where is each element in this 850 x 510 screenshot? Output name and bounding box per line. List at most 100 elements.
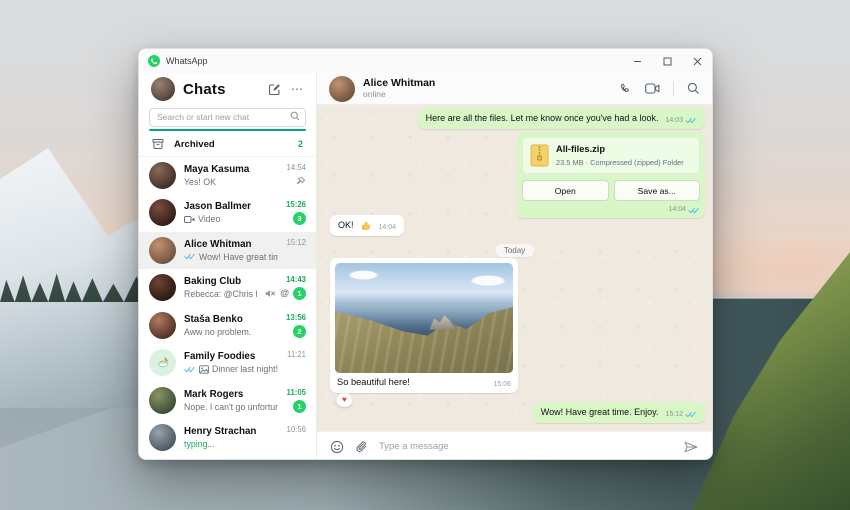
message-incoming-photo: So beautiful here! 15:06 xyxy=(330,258,518,393)
message-text: Wow! Have great time. Enjoy. xyxy=(540,407,659,417)
chat-name: Family Foodies xyxy=(184,351,256,363)
chat-name: Mark Rogers xyxy=(184,388,244,400)
chat-preview: Yes! OK xyxy=(184,176,216,187)
open-file-button[interactable]: Open xyxy=(522,180,609,201)
attach-icon[interactable] xyxy=(355,440,368,454)
message-text: Here are all the files. Let me know once… xyxy=(425,113,659,123)
muted-icon xyxy=(265,289,276,298)
search-icon[interactable] xyxy=(290,111,300,121)
search-input[interactable] xyxy=(149,107,306,127)
conversation-header[interactable]: Alice Whitman online xyxy=(317,73,712,105)
unread-badge: 3 xyxy=(293,212,306,226)
chat-name: Baking Club xyxy=(184,276,242,288)
chat-list-item-maya[interactable]: Maya Kasuma Yes! OK 14:54 xyxy=(139,157,316,195)
chat-time: 15:26 xyxy=(286,200,306,210)
file-attachment[interactable]: All-files.zip 23.5 MB · Compressed (zipp… xyxy=(522,137,700,174)
chat-preview: Wow! Have great time. Enjoy. xyxy=(199,251,278,262)
photo-attachment-icon xyxy=(199,365,209,374)
chat-list-item-alice[interactable]: Alice Whitman Wow! Have great time. Enjo… xyxy=(139,231,316,269)
archived-row[interactable]: Archived 2 xyxy=(139,133,316,157)
chat-time: 13:56 xyxy=(286,312,306,322)
chat-list-item-henry[interactable]: Henry Strachan typing... 10:56 xyxy=(139,419,316,457)
chat-list-item-mark[interactable]: Mark Rogers Nope. I can't go unfortunate… xyxy=(139,382,316,420)
chat-time: 14:54 xyxy=(286,162,306,172)
unread-badge: 2 xyxy=(293,324,306,338)
message-outgoing-file-attachment: All-files.zip 23.5 MB · Compressed (zipp… xyxy=(517,132,705,218)
message-history: Here are all the files. Let me know once… xyxy=(317,105,712,431)
emoji-icon[interactable] xyxy=(330,440,344,454)
message-input[interactable] xyxy=(379,441,672,452)
archived-label: Archived xyxy=(174,138,215,150)
close-button[interactable] xyxy=(682,49,712,73)
chat-list-item-family-foodies[interactable]: Family Foodies Dinner last night! 11:21 xyxy=(139,344,316,382)
photo-caption: So beautiful here! xyxy=(337,377,410,387)
archived-count: 2 xyxy=(297,139,303,149)
file-meta: 23.5 MB · Compressed (zipped) Folder xyxy=(556,157,684,167)
chat-name: Henry Strachan xyxy=(184,426,257,438)
chat-preview: Rebecca: @Chris R? xyxy=(184,289,257,300)
save-as-button[interactable]: Save as... xyxy=(613,180,700,201)
voice-call-icon[interactable] xyxy=(618,82,632,96)
chat-time: 14:43 xyxy=(286,275,306,285)
chat-list-item-jason[interactable]: Jason Ballmer Video 15:26 3 xyxy=(139,194,316,232)
avatar xyxy=(149,349,176,377)
read-receipt-icon xyxy=(685,411,697,418)
photo-thumbnail[interactable] xyxy=(335,263,513,373)
header-divider xyxy=(673,81,674,96)
message-incoming-ok: OK! 14:04 xyxy=(330,215,405,237)
window-title: WhatsApp xyxy=(166,56,208,66)
avatar xyxy=(149,199,176,227)
search-conversation-icon[interactable] xyxy=(687,82,700,95)
conversation-panel: Alice Whitman online Here are all the fi… xyxy=(317,73,712,459)
message-time: 14:04 xyxy=(668,206,686,213)
minimize-button[interactable] xyxy=(622,49,652,73)
message-input-bar xyxy=(317,431,712,459)
read-receipt-icon xyxy=(685,117,697,124)
archive-icon xyxy=(152,138,164,150)
chat-time: 11:05 xyxy=(286,387,306,397)
message-time: 14:03 xyxy=(665,116,683,124)
chat-preview: Aww no problem. xyxy=(184,326,252,337)
contact-status: online xyxy=(363,89,386,100)
contact-name: Alice Whitman xyxy=(363,76,436,89)
day-divider: Today xyxy=(494,244,535,257)
unread-badge: 1 xyxy=(293,399,306,413)
send-icon[interactable] xyxy=(683,440,699,454)
chat-name: Jason Ballmer xyxy=(184,201,251,213)
chat-list-item-baking-club[interactable]: Baking Club Rebecca: @Chris R? 14:43 @ 1 xyxy=(139,269,316,307)
sidebar: Chats ⋯ Search or start new chat Archive… xyxy=(139,73,317,460)
zip-file-icon xyxy=(530,144,549,167)
chat-list-item-stasa[interactable]: Staša Benko Aww no problem. 13:56 2 xyxy=(139,307,316,345)
message-time: 14:04 xyxy=(378,223,397,231)
message-time: 15:12 xyxy=(665,410,683,418)
avatar xyxy=(149,161,176,189)
read-receipt-icon xyxy=(184,366,196,373)
avatar xyxy=(149,236,176,264)
window-titlebar[interactable]: WhatsApp xyxy=(139,49,712,73)
contact-avatar[interactable] xyxy=(329,75,355,102)
pin-icon xyxy=(296,176,306,186)
avatar xyxy=(149,274,176,302)
mention-icon: @ xyxy=(280,288,289,299)
read-receipt-icon xyxy=(184,253,196,260)
whatsapp-window: WhatsApp Chats ⋯ Search or start new cha… xyxy=(138,48,713,460)
chat-list-item-dawn[interactable]: Dawn Jones 8:32 xyxy=(139,457,316,460)
heart-reaction-badge[interactable]: ♥ xyxy=(336,393,353,408)
whatsapp-logo-icon xyxy=(148,55,160,67)
message-outgoing-wow: Wow! Have great time. Enjoy. 15:12 xyxy=(532,402,705,424)
menu-icon[interactable]: ⋯ xyxy=(291,83,304,95)
chat-preview: Dinner last night! xyxy=(212,364,279,375)
avatar xyxy=(149,424,176,452)
unread-badge: 1 xyxy=(293,287,306,301)
message-time: 15:06 xyxy=(493,380,511,388)
read-receipt-icon xyxy=(688,207,700,214)
profile-avatar[interactable] xyxy=(151,77,175,101)
new-chat-icon[interactable] xyxy=(268,83,281,96)
video-call-icon[interactable] xyxy=(645,83,660,94)
thumbs-up-emoji xyxy=(361,220,372,231)
avatar xyxy=(149,386,176,414)
maximize-button[interactable] xyxy=(652,49,682,73)
video-call-icon xyxy=(184,215,195,224)
food-bowl-icon xyxy=(157,356,168,367)
file-name: All-files.zip xyxy=(556,144,606,155)
